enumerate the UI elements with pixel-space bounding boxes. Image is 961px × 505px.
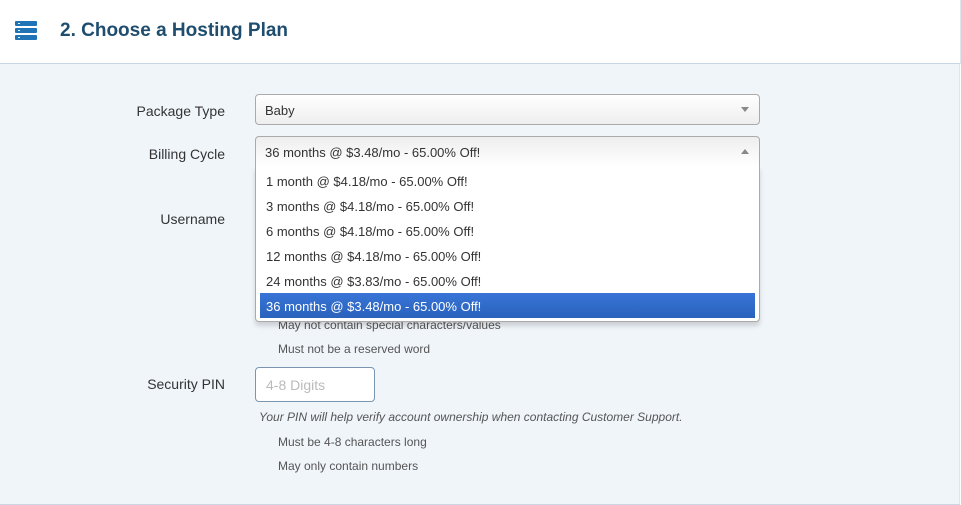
security-pin-label: Security PIN xyxy=(147,376,225,392)
billing-option[interactable]: 1 month @ $4.18/mo - 65.00% Off! xyxy=(260,168,755,193)
pin-hint: May only contain numbers xyxy=(278,459,419,473)
username-hint: Must not be a reserved word xyxy=(278,342,431,356)
package-type-label: Package Type xyxy=(136,103,225,119)
billing-option[interactable]: 24 months @ $3.83/mo - 65.00% Off! xyxy=(260,268,755,293)
username-label: Username xyxy=(160,211,225,227)
billing-option-selected[interactable]: 36 months @ $3.48/mo - 65.00% Off! xyxy=(260,293,755,318)
chevron-up-icon xyxy=(741,149,749,154)
billing-option[interactable]: 6 months @ $4.18/mo - 65.00% Off! xyxy=(260,218,755,243)
package-type-select[interactable]: Baby xyxy=(255,94,760,125)
package-type-value: Baby xyxy=(265,103,295,118)
billing-cycle-label: Billing Cycle xyxy=(148,146,225,162)
security-pin-input[interactable]: 4-8 Digits xyxy=(255,367,375,402)
section-title: 2. Choose a Hosting Plan xyxy=(60,20,289,41)
pin-placeholder: 4-8 Digits xyxy=(266,377,326,393)
billing-cycle-value: 36 months @ $3.48/mo - 65.00% Off! xyxy=(265,145,481,160)
form-panel: Package Type Baby Billing Cycle 36 month… xyxy=(0,64,960,505)
billing-option[interactable]: 3 months @ $4.18/mo - 65.00% Off! xyxy=(260,193,755,218)
pin-hint: Must be 4-8 characters long xyxy=(278,435,427,449)
pin-note: Your PIN will help verify account owners… xyxy=(259,410,683,424)
server-icon xyxy=(15,21,37,41)
chevron-down-icon xyxy=(741,107,749,112)
billing-cycle-select[interactable]: 36 months @ $3.48/mo - 65.00% Off! xyxy=(255,136,760,167)
section-header: 2. Choose a Hosting Plan xyxy=(0,0,961,64)
billing-option[interactable]: 12 months @ $4.18/mo - 65.00% Off! xyxy=(260,243,755,268)
billing-cycle-dropdown: 1 month @ $4.18/mo - 65.00% Off! 3 month… xyxy=(255,166,760,322)
